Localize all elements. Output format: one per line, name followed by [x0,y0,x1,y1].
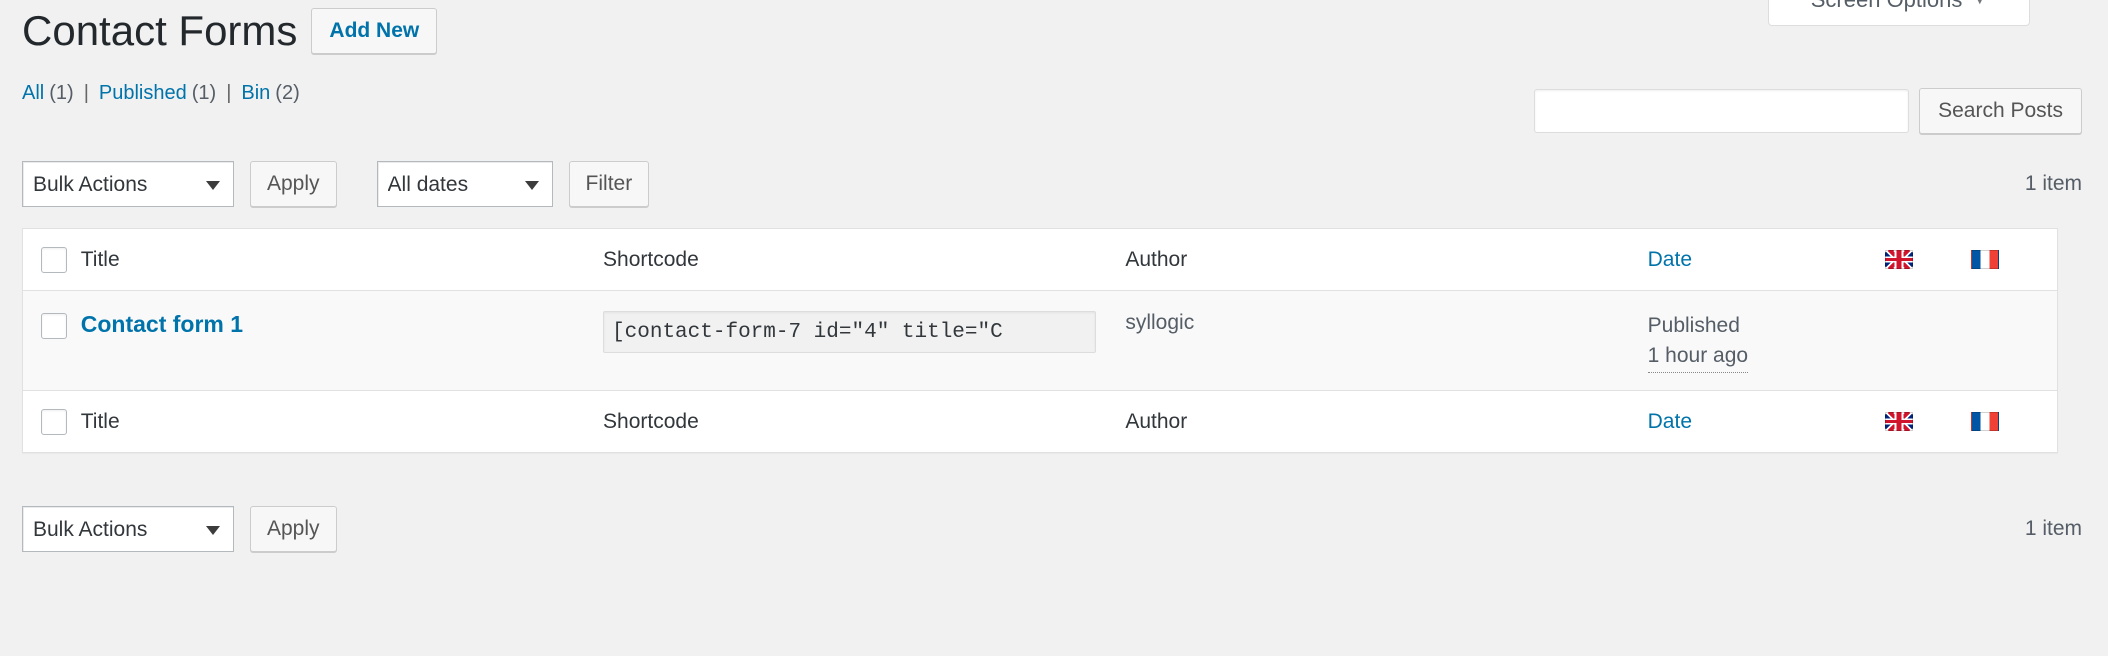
column-header-flag-gb [1885,229,1971,291]
row-author-name: syllogic [1125,311,1194,334]
select-all-checkbox-bottom[interactable] [41,409,67,435]
apply-button-top[interactable]: Apply [250,161,337,207]
row-title-cell: Contact form 1 [81,291,603,391]
row-author-cell: syllogic [1125,291,1647,391]
bulk-actions-select-wrapper[interactable]: Bulk Actions [22,161,234,207]
search-box: Search Posts [1534,88,2082,134]
row-select-checkbox[interactable] [41,313,67,339]
row-shortcode-cell: [contact-form-7 id="4" title="C [603,291,1125,391]
row-flag-gb-cell[interactable] [1885,291,1971,391]
table-row: Contact form 1 [contact-form-7 id="4" ti… [23,291,2058,391]
united-kingdom-flag-icon [1885,412,1913,431]
tablenav-top-actions: Bulk Actions Apply All dates Filter [22,160,2082,208]
column-header-date-link[interactable]: Date [1648,248,1692,271]
row-flag-fr-cell[interactable] [1971,291,2057,391]
view-published: Published(1) [99,82,216,105]
page-header: Contact Forms Add New [22,6,437,56]
france-flag-icon [1971,412,1999,431]
column-header-author: Author [1125,229,1647,291]
contact-forms-list-table: Title Shortcode Author Date [22,228,2058,453]
shortcode-input[interactable]: [contact-form-7 id="4" title="C [603,311,1096,353]
view-all: All(1) [22,82,74,105]
column-header-title[interactable]: Title [81,229,603,291]
filter-button[interactable]: Filter [569,161,650,207]
screen-options-tab[interactable]: Screen Options ▼ [1768,0,2030,26]
column-header-shortcode: Shortcode [603,229,1125,291]
table-head: Title Shortcode Author Date [23,229,2058,291]
row-checkbox-cell [23,291,81,391]
date-filter-select-wrapper[interactable]: All dates [377,161,553,207]
page-title: Contact Forms [22,6,297,56]
table-foot: Title Shortcode Author Date [23,391,2058,453]
apply-button-bottom[interactable]: Apply [250,506,337,552]
tablenav-top: Bulk Actions Apply All dates Filter 1 it… [22,160,2082,208]
view-all-link[interactable]: All [22,82,44,104]
date-filter-select[interactable]: All dates [377,161,553,207]
view-bin-count: (2) [275,82,299,104]
views-separator-2: | [226,82,231,105]
select-all-header [23,229,81,291]
displaying-num-bottom: 1 item [2025,517,2082,541]
table-body: Contact form 1 [contact-form-7 id="4" ti… [23,291,2058,391]
views-separator-1: | [84,82,89,105]
add-new-button[interactable]: Add New [311,8,437,54]
table-footer-row: Title Shortcode Author Date [23,391,2058,453]
view-bin: Bin(2) [241,82,299,105]
column-footer-shortcode: Shortcode [603,391,1125,453]
select-all-checkbox-top[interactable] [41,247,67,273]
column-footer-author: Author [1125,391,1647,453]
column-header-flag-fr [1971,229,2057,291]
bulk-actions-select-bottom[interactable]: Bulk Actions [22,506,234,552]
column-footer-date[interactable]: Date [1648,391,1885,453]
view-published-count: (1) [192,82,216,104]
row-date-relative: 1 hour ago [1648,341,1748,372]
bulk-actions-select-wrapper-bottom[interactable]: Bulk Actions [22,506,234,552]
chevron-down-icon: ▼ [1972,0,1987,7]
united-kingdom-flag-icon [1885,250,1913,269]
search-posts-button[interactable]: Search Posts [1919,88,2082,134]
search-input[interactable] [1534,89,1909,133]
select-all-footer [23,391,81,453]
row-date-cell: Published 1 hour ago [1648,291,1885,391]
views-filter-list: All(1) | Published(1) | Bin(2) [22,82,300,105]
view-bin-link[interactable]: Bin [241,82,270,104]
column-footer-flag-gb [1885,391,1971,453]
view-all-count: (1) [49,82,73,104]
column-footer-date-link[interactable]: Date [1648,410,1692,433]
displaying-num-top: 1 item [2025,172,2082,196]
column-footer-title[interactable]: Title [81,391,603,453]
bulk-actions-select-top[interactable]: Bulk Actions [22,161,234,207]
row-date-status: Published [1648,311,1885,341]
france-flag-icon [1971,250,1999,269]
screen-options-label: Screen Options [1811,0,1963,13]
column-header-date[interactable]: Date [1648,229,1885,291]
view-published-link[interactable]: Published [99,82,187,104]
row-title-link[interactable]: Contact form 1 [81,311,243,337]
tablenav-bottom-actions: Bulk Actions Apply [22,505,2082,553]
table-header-row: Title Shortcode Author Date [23,229,2058,291]
tablenav-bottom: Bulk Actions Apply 1 item [22,505,2082,553]
column-footer-flag-fr [1971,391,2057,453]
